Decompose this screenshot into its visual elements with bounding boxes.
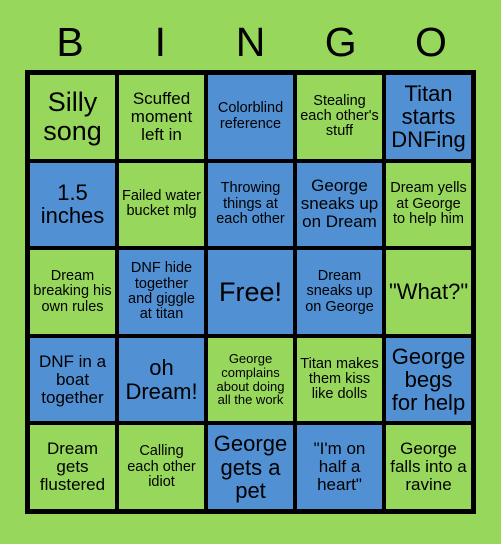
bingo-card: B I N G O Silly song Scuffed moment left in Co… bbox=[0, 0, 501, 544]
bingo-cell-r1-c1[interactable]: Silly song bbox=[28, 73, 117, 161]
bingo-header-letter-b: B bbox=[56, 18, 84, 65]
bingo-cell-r4-c4[interactable]: Titan makes them kiss like dolls bbox=[295, 335, 384, 424]
bingo-cell-r4-c1[interactable]: DNF in a boat together bbox=[28, 335, 117, 424]
bingo-cell-r1-c4[interactable]: Stealing each other's stuff bbox=[295, 73, 384, 161]
bingo-cell-r1-c5[interactable]: Titan starts DNFing bbox=[384, 73, 473, 161]
bingo-cell-r3-c1[interactable]: Dream breaking his own rules bbox=[28, 248, 117, 336]
bingo-cell-label: Dream yells at George to help him bbox=[390, 180, 467, 228]
bingo-cell-r3-c5[interactable]: "What?" bbox=[384, 248, 473, 336]
bingo-cell-label: DNF in a boat together bbox=[38, 351, 107, 407]
bingo-free-space[interactable]: Free! bbox=[206, 248, 295, 336]
bingo-header-letter-n: N bbox=[235, 18, 266, 65]
bingo-cell-label: Titan starts DNFing bbox=[391, 80, 466, 153]
bingo-cell-r2-c2[interactable]: Failed water bucket mlg bbox=[117, 160, 206, 249]
bingo-cell-label: DNF hide together and giggle at titan bbox=[128, 260, 195, 323]
bingo-cell-r1-c2[interactable]: Scuffed moment left in bbox=[117, 73, 206, 161]
bingo-cell-label: Dream sneaks up on George bbox=[305, 267, 374, 315]
bingo-cell-label: Throwing things at each other bbox=[216, 180, 285, 228]
bingo-cell-r2-c3[interactable]: Throwing things at each other bbox=[206, 160, 295, 249]
bingo-cell-label: George falls into a ravine bbox=[390, 439, 467, 495]
bingo-cell-r2-c4[interactable]: George sneaks up on Dream bbox=[295, 160, 384, 249]
bingo-header-letter-g: G bbox=[324, 18, 357, 65]
bingo-cell-r1-c3[interactable]: Colorblind reference bbox=[206, 73, 295, 161]
bingo-cell-label: Titan makes them kiss like dolls bbox=[300, 355, 379, 403]
bingo-cell-label: George gets a pet bbox=[213, 431, 288, 503]
bingo-cell-r5-c1[interactable]: Dream gets flustered bbox=[28, 423, 117, 511]
bingo-header-letter-i: I bbox=[154, 18, 166, 65]
bingo-cell-label: Calling each other idiot bbox=[127, 443, 196, 490]
bingo-cell-label: Dream gets flustered bbox=[39, 439, 106, 495]
bingo-cell-r4-c5[interactable]: George begs for help bbox=[384, 335, 473, 424]
bingo-cell-label: Failed water bucket mlg bbox=[122, 188, 201, 220]
bingo-cell-r4-c3[interactable]: George complains about doing all the wor… bbox=[206, 335, 295, 424]
bingo-cell-label: "I'm on half a heart" bbox=[313, 439, 366, 495]
bingo-cell-label: Free! bbox=[218, 276, 283, 307]
bingo-cell-label: Dream breaking his own rules bbox=[33, 267, 112, 315]
bingo-cell-label: George sneaks up on Dream bbox=[300, 176, 379, 232]
bingo-cell-r2-c5[interactable]: Dream yells at George to help him bbox=[384, 160, 473, 249]
bingo-cell-r5-c2[interactable]: Calling each other idiot bbox=[117, 423, 206, 511]
bingo-grid: Silly song Scuffed moment left in Colorbli… bbox=[25, 70, 476, 514]
bingo-cell-r2-c1[interactable]: 1.5 inches bbox=[28, 160, 117, 249]
bingo-cell-label: 1.5 inches bbox=[40, 180, 105, 229]
bingo-cell-r3-c2[interactable]: DNF hide together and giggle at titan bbox=[117, 248, 206, 336]
bingo-cell-label: Silly song bbox=[43, 87, 102, 146]
bingo-header: BINGO bbox=[25, 14, 476, 70]
bingo-cell-r5-c4[interactable]: "I'm on half a heart" bbox=[295, 423, 384, 511]
bingo-header-letter-o: O bbox=[414, 18, 447, 65]
bingo-cell-label: George begs for help bbox=[391, 343, 466, 416]
bingo-cell-label: "What?" bbox=[389, 279, 469, 305]
bingo-cell-r3-c4[interactable]: Dream sneaks up on George bbox=[295, 248, 384, 336]
bingo-cell-label: Colorblind reference bbox=[217, 100, 284, 132]
bingo-cell-label: George complains about doing all the wor… bbox=[216, 351, 285, 408]
bingo-cell-r4-c2[interactable]: oh Dream! bbox=[117, 335, 206, 424]
bingo-cell-label: Stealing each other's stuff bbox=[300, 92, 379, 140]
bingo-cell-label: Scuffed moment left in bbox=[130, 88, 193, 144]
bingo-cell-r5-c3[interactable]: George gets a pet bbox=[206, 423, 295, 511]
bingo-cell-r5-c5[interactable]: George falls into a ravine bbox=[384, 423, 473, 511]
bingo-cell-label: oh Dream! bbox=[125, 355, 198, 404]
